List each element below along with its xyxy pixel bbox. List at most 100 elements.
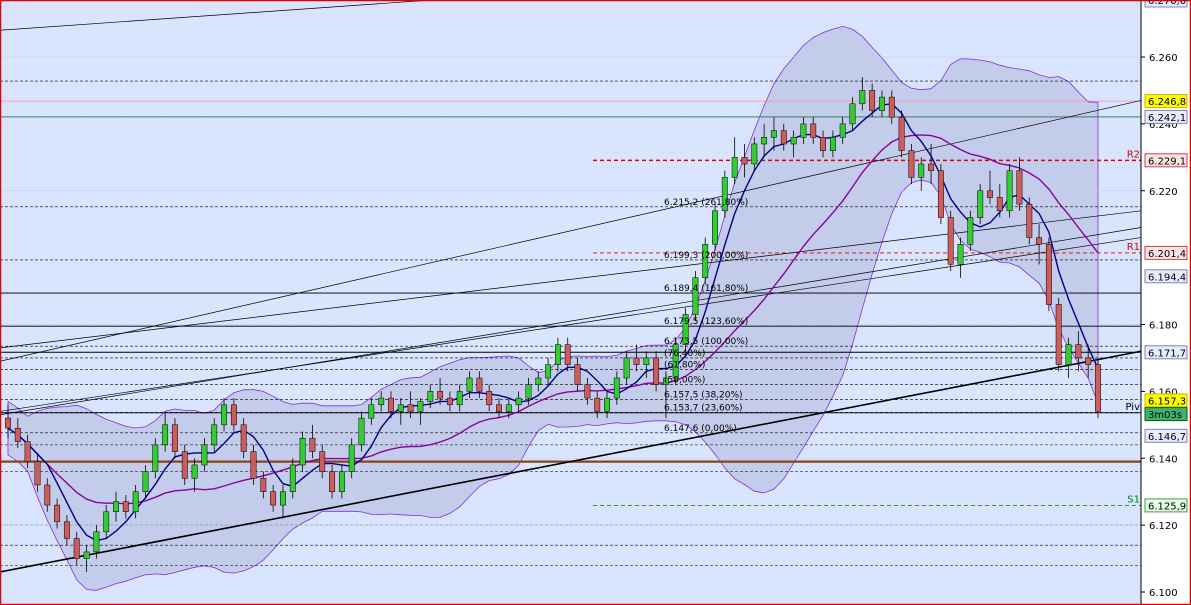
axis-tick-label: 6.140 — [1149, 454, 1178, 465]
candle-down — [741, 157, 748, 165]
fib-label: (61,80%) — [664, 361, 705, 371]
candle-up — [977, 190, 984, 218]
candle-down — [230, 404, 237, 426]
candle-up — [113, 501, 119, 512]
candle-down — [171, 424, 178, 452]
candle-up — [397, 404, 404, 412]
level-label: 6.171,7 — [1148, 348, 1186, 359]
candle-down — [937, 170, 944, 218]
candle-up — [918, 163, 925, 178]
pivot-label-s1: S1 — [1127, 494, 1140, 505]
candle-up — [839, 123, 846, 138]
candle-up — [427, 391, 434, 402]
candle-down — [44, 484, 51, 506]
candle-down — [309, 437, 316, 452]
candle-up — [338, 471, 345, 492]
candle-down — [947, 217, 954, 265]
candle-up — [358, 417, 365, 446]
candle-up — [712, 210, 718, 245]
candle-down — [63, 521, 70, 539]
candle-down — [584, 384, 591, 399]
candle-down — [1026, 203, 1033, 238]
candle-up — [800, 123, 807, 138]
candle-up — [967, 217, 974, 245]
pivot-label-piv: Piv — [1125, 402, 1140, 413]
candle-up — [221, 404, 227, 426]
candle-up — [643, 357, 650, 365]
candle-up — [466, 377, 473, 392]
candle-up — [142, 471, 149, 492]
candle-down — [446, 397, 453, 406]
level-label: 6.229,1 — [1148, 156, 1186, 167]
candle-down — [5, 417, 11, 429]
fib-label: (76,40%) — [664, 349, 705, 359]
candle-up — [770, 130, 777, 138]
candle-up — [348, 444, 355, 472]
candle-down — [240, 424, 247, 452]
candle-up — [554, 344, 561, 365]
candle-up — [702, 244, 709, 278]
chart-container: 6.215,2 (261,80%) 6.199,3 (200,00%) 6.189,… — [0, 0, 1191, 605]
candle-up — [299, 437, 306, 466]
candle-down — [1036, 237, 1043, 245]
candle-down — [653, 357, 660, 385]
candle-down — [1085, 357, 1092, 365]
candle-down — [574, 364, 581, 385]
candle-up — [879, 96, 885, 111]
candle-up — [93, 531, 100, 553]
candle-down — [928, 163, 935, 171]
candle-up — [280, 491, 286, 506]
candle-down — [329, 471, 336, 492]
candle-down — [1045, 244, 1052, 305]
candle-down — [14, 427, 21, 442]
candle-up — [152, 444, 159, 472]
axis-tick-label: 6.220 — [1149, 187, 1178, 198]
level-label: 6.194,4 — [1148, 272, 1186, 283]
candle-down — [181, 451, 188, 479]
candle-down — [270, 491, 277, 506]
axis-background — [1141, 0, 1191, 605]
axis-tick-label: 6.120 — [1149, 521, 1178, 532]
candle-down — [24, 441, 31, 462]
candle-up — [849, 103, 856, 125]
fib-label: 6.199,3 (200,00%) — [664, 251, 748, 261]
candle-down — [73, 538, 80, 559]
axis-tick-label: 6.260 — [1149, 53, 1178, 64]
candle-up — [132, 491, 139, 513]
candle-down — [496, 404, 502, 412]
timer-label: 3m03s — [1148, 410, 1182, 421]
candle-up — [162, 424, 169, 446]
candle-up — [623, 357, 630, 379]
candle-up — [545, 364, 552, 379]
candle-down — [1075, 344, 1082, 359]
candle-up — [751, 143, 758, 165]
level-label: 6.242,1 — [1148, 113, 1186, 124]
candle-down — [898, 116, 905, 151]
candle-down — [1055, 304, 1062, 365]
fib-label: (50,00%) — [664, 376, 705, 386]
axis-tick-label: 6.180 — [1149, 321, 1178, 332]
candle-down — [908, 150, 915, 178]
candle-down — [250, 451, 257, 479]
candle-down — [564, 344, 571, 365]
candle-up — [957, 244, 964, 265]
candle-down — [122, 501, 129, 512]
level-label: 6.157,3 — [1148, 396, 1186, 407]
candle-up — [368, 404, 375, 419]
level-label: 6.201,4 — [1148, 249, 1186, 260]
candle-down — [996, 197, 1003, 212]
candle-up — [731, 157, 738, 178]
candle-down — [319, 451, 326, 472]
candle-up — [83, 551, 90, 559]
candle-up — [604, 397, 610, 412]
price-chart: 6.215,2 (261,80%) 6.199,3 (200,00%) 6.189,… — [0, 0, 1191, 605]
candle-up — [417, 401, 424, 412]
level-label: 6.125,9 — [1148, 501, 1186, 512]
candle-down — [54, 504, 61, 523]
fib-label: 6.189,4 (161,80%) — [664, 284, 748, 294]
candle-up — [289, 464, 296, 492]
fib-label: 6.147,6 (0,00%) — [664, 424, 737, 434]
candle-up — [790, 137, 797, 145]
level-label: 6.146,7 — [1148, 432, 1186, 443]
axis-tick-label: 6.100 — [1149, 588, 1178, 599]
